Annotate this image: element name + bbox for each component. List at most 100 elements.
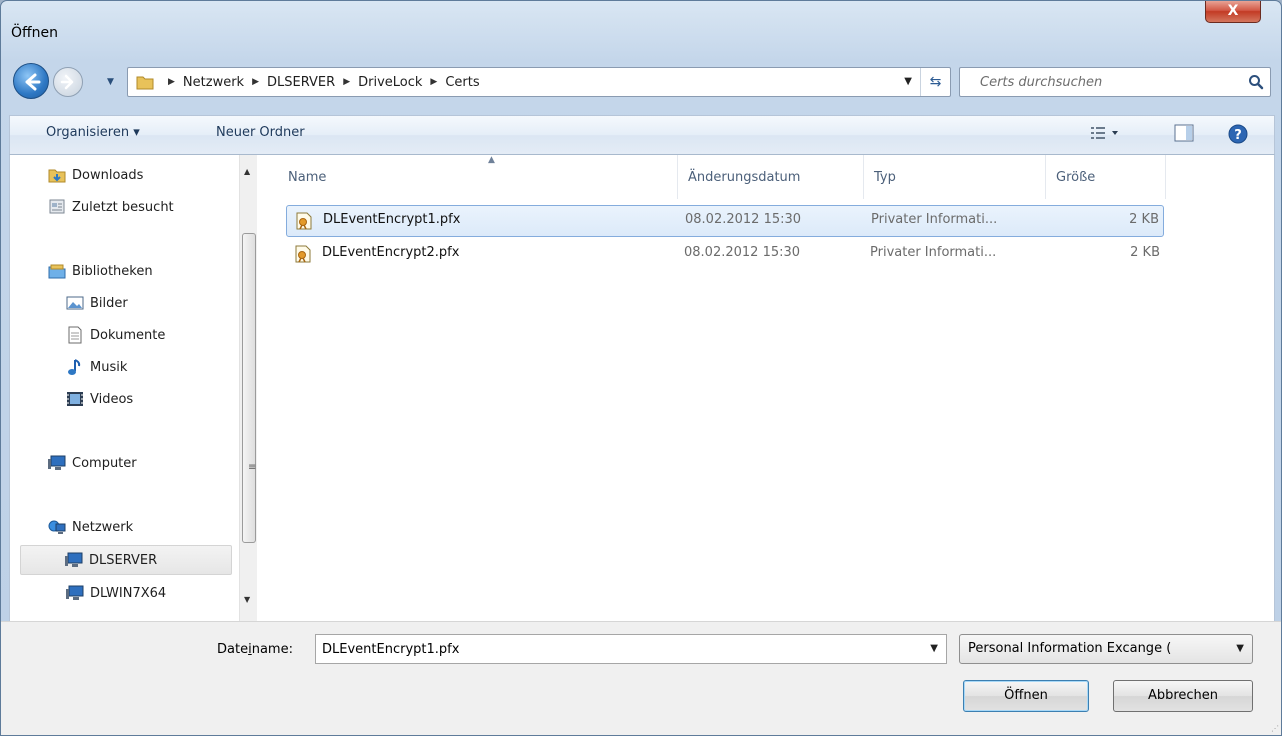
sidebar-item-dlserver[interactable]: DLSERVER [20, 545, 232, 575]
chevron-right-icon[interactable]: ▶ [252, 77, 259, 87]
sidebar-item-label: Bibliotheken [72, 263, 153, 279]
filename-input[interactable] [322, 639, 902, 659]
recent-places-icon [48, 198, 66, 216]
recent-locations-dropdown[interactable]: ▼ [107, 71, 121, 93]
sidebar-item-videos[interactable]: Videos [66, 387, 133, 411]
chevron-right-icon[interactable]: ▶ [430, 77, 437, 87]
file-date: 08.02.2012 15:30 [685, 212, 802, 227]
sidebar-item-pictures[interactable]: Bilder [66, 291, 128, 315]
window-title: Öffnen [11, 25, 59, 41]
sidebar-item-music[interactable]: Musik [66, 355, 127, 379]
folder-icon [136, 76, 154, 90]
sidebar-item-label: Downloads [72, 167, 144, 183]
file-name: DLEventEncrypt2.pfx [322, 245, 460, 260]
breadcrumb-item[interactable]: Netzwerk [183, 75, 244, 90]
back-button[interactable] [13, 63, 49, 99]
sidebar-item-computer[interactable]: Computer [48, 451, 137, 475]
sidebar-item-label: Videos [90, 391, 134, 407]
open-button[interactable]: Öffnen [963, 680, 1089, 712]
filename-label: Dateiname: [217, 642, 293, 657]
sidebar-item-network[interactable]: Netzwerk [48, 515, 133, 539]
resize-grip-icon[interactable]: ⋰ [1271, 724, 1279, 733]
pictures-icon [66, 294, 84, 312]
view-options-icon[interactable] [1090, 124, 1120, 142]
network-computer-icon [66, 584, 84, 602]
chevron-down-icon[interactable]: ▼ [904, 76, 912, 87]
filename-combobox[interactable]: ▼ [315, 634, 947, 664]
refresh-icon[interactable]: ⇆ [920, 68, 950, 96]
downloads-folder-icon [48, 166, 66, 184]
file-size: 2 KB [1129, 212, 1159, 227]
sidebar-item-libraries[interactable]: Bibliotheken [48, 259, 153, 283]
sidebar-item-label: DLSERVER [89, 552, 158, 568]
file-type: Privater Informati... [871, 212, 998, 227]
file-type-filter[interactable]: Personal Information Excange ( ▼ [959, 634, 1253, 664]
network-icon [48, 518, 66, 536]
address-bar[interactable]: ▶ Netzwerk ▶ DLSERVER ▶ DriveLock ▶ Cert… [127, 67, 951, 97]
scroll-down-icon[interactable]: ▼ [244, 595, 250, 604]
file-row[interactable]: DLEventEncrypt2.pfx 08.02.2012 15:30 Pri… [286, 239, 1164, 271]
main-area: Downloads Zuletzt besucht Bibliotheken B… [9, 155, 1275, 621]
sidebar-item-label: Zuletzt besucht [72, 199, 174, 215]
scrollbar-thumb[interactable]: ≡ [242, 233, 256, 543]
file-row[interactable]: DLEventEncrypt1.pfx 08.02.2012 15:30 Pri… [286, 205, 1164, 237]
cancel-button[interactable]: Abbrechen [1113, 680, 1253, 712]
search-icon[interactable] [1248, 74, 1264, 90]
sidebar-item-documents[interactable]: Dokumente [66, 323, 165, 347]
column-header-type[interactable]: Typ [864, 155, 1046, 199]
sidebar-item-label: Musik [90, 359, 128, 375]
certificate-file-icon [296, 212, 312, 230]
chevron-down-icon[interactable]: ▼ [1236, 643, 1244, 654]
chevron-right-icon[interactable]: ▶ [343, 77, 350, 87]
filename-label-part: name: [251, 642, 293, 657]
scroll-up-icon[interactable]: ▲ [244, 167, 250, 176]
open-file-dialog: Öffnen X ▼ ▶ Netzwerk ▶ DLSERVER ▶ Drive… [0, 0, 1282, 736]
arrow-right-icon [60, 74, 74, 90]
sidebar-item-dlwin7x64[interactable]: DLWIN7X64 [66, 581, 166, 605]
file-name: DLEventEncrypt1.pfx [323, 212, 461, 227]
documents-icon [66, 326, 84, 344]
column-header-size[interactable]: Größe [1046, 155, 1166, 199]
breadcrumb: ▶ Netzwerk ▶ DLSERVER ▶ DriveLock ▶ Cert… [160, 68, 480, 96]
column-header-name[interactable]: Name ▲ [278, 155, 678, 199]
new-folder-button[interactable]: Neuer Ordner [216, 125, 305, 140]
file-list: Name ▲ Änderungsdatum Typ Größe DLEventE… [268, 155, 1268, 621]
search-input[interactable] [964, 72, 1234, 92]
breadcrumb-item[interactable]: DLSERVER [267, 75, 335, 90]
breadcrumb-item[interactable]: DriveLock [358, 75, 422, 90]
breadcrumb-item[interactable]: Certs [445, 75, 479, 90]
column-header-label: Name [288, 170, 327, 185]
svg-text:?: ? [1234, 128, 1242, 143]
grip-icon: ≡ [248, 462, 256, 473]
filename-label-part: Date [217, 642, 249, 657]
certificate-file-icon [295, 245, 311, 263]
help-icon[interactable]: ? [1228, 124, 1248, 144]
close-button[interactable]: X [1205, 1, 1261, 23]
preview-pane-icon[interactable] [1174, 124, 1194, 142]
music-icon [66, 358, 84, 376]
file-size: 2 KB [1130, 245, 1160, 260]
forward-button[interactable] [53, 67, 83, 97]
arrow-left-icon [25, 73, 41, 91]
sidebar-item-label: Netzwerk [72, 519, 134, 535]
network-computer-icon [65, 551, 83, 569]
sort-ascending-icon: ▲ [488, 155, 495, 165]
column-header-label: Typ [874, 170, 896, 185]
chevron-down-icon[interactable]: ▼ [930, 643, 938, 654]
column-header-date[interactable]: Änderungsdatum [678, 155, 864, 199]
dialog-footer: Dateiname: ▼ Personal Information Excang… [1, 621, 1281, 735]
file-type-filter-value: Personal Information Excange ( [968, 641, 1172, 656]
sidebar-item-downloads[interactable]: Downloads [48, 163, 143, 187]
chevron-right-icon[interactable]: ▶ [168, 77, 175, 87]
search-box[interactable] [959, 67, 1271, 97]
navigation-scrollbar[interactable]: ▲ ≡ ▼ [239, 155, 257, 621]
column-header-label: Änderungsdatum [688, 170, 801, 185]
file-date: 08.02.2012 15:30 [684, 245, 801, 260]
sidebar-item-label: Computer [72, 455, 137, 471]
title-bar[interactable]: Öffnen X [1, 1, 1281, 63]
navigation-pane: Downloads Zuletzt besucht Bibliotheken B… [10, 155, 240, 621]
sidebar-item-recent[interactable]: Zuletzt besucht [48, 195, 174, 219]
organize-menu-button[interactable]: Organisieren ▾ [46, 125, 140, 140]
computer-icon [48, 454, 66, 472]
sidebar-item-label: Dokumente [90, 327, 166, 343]
